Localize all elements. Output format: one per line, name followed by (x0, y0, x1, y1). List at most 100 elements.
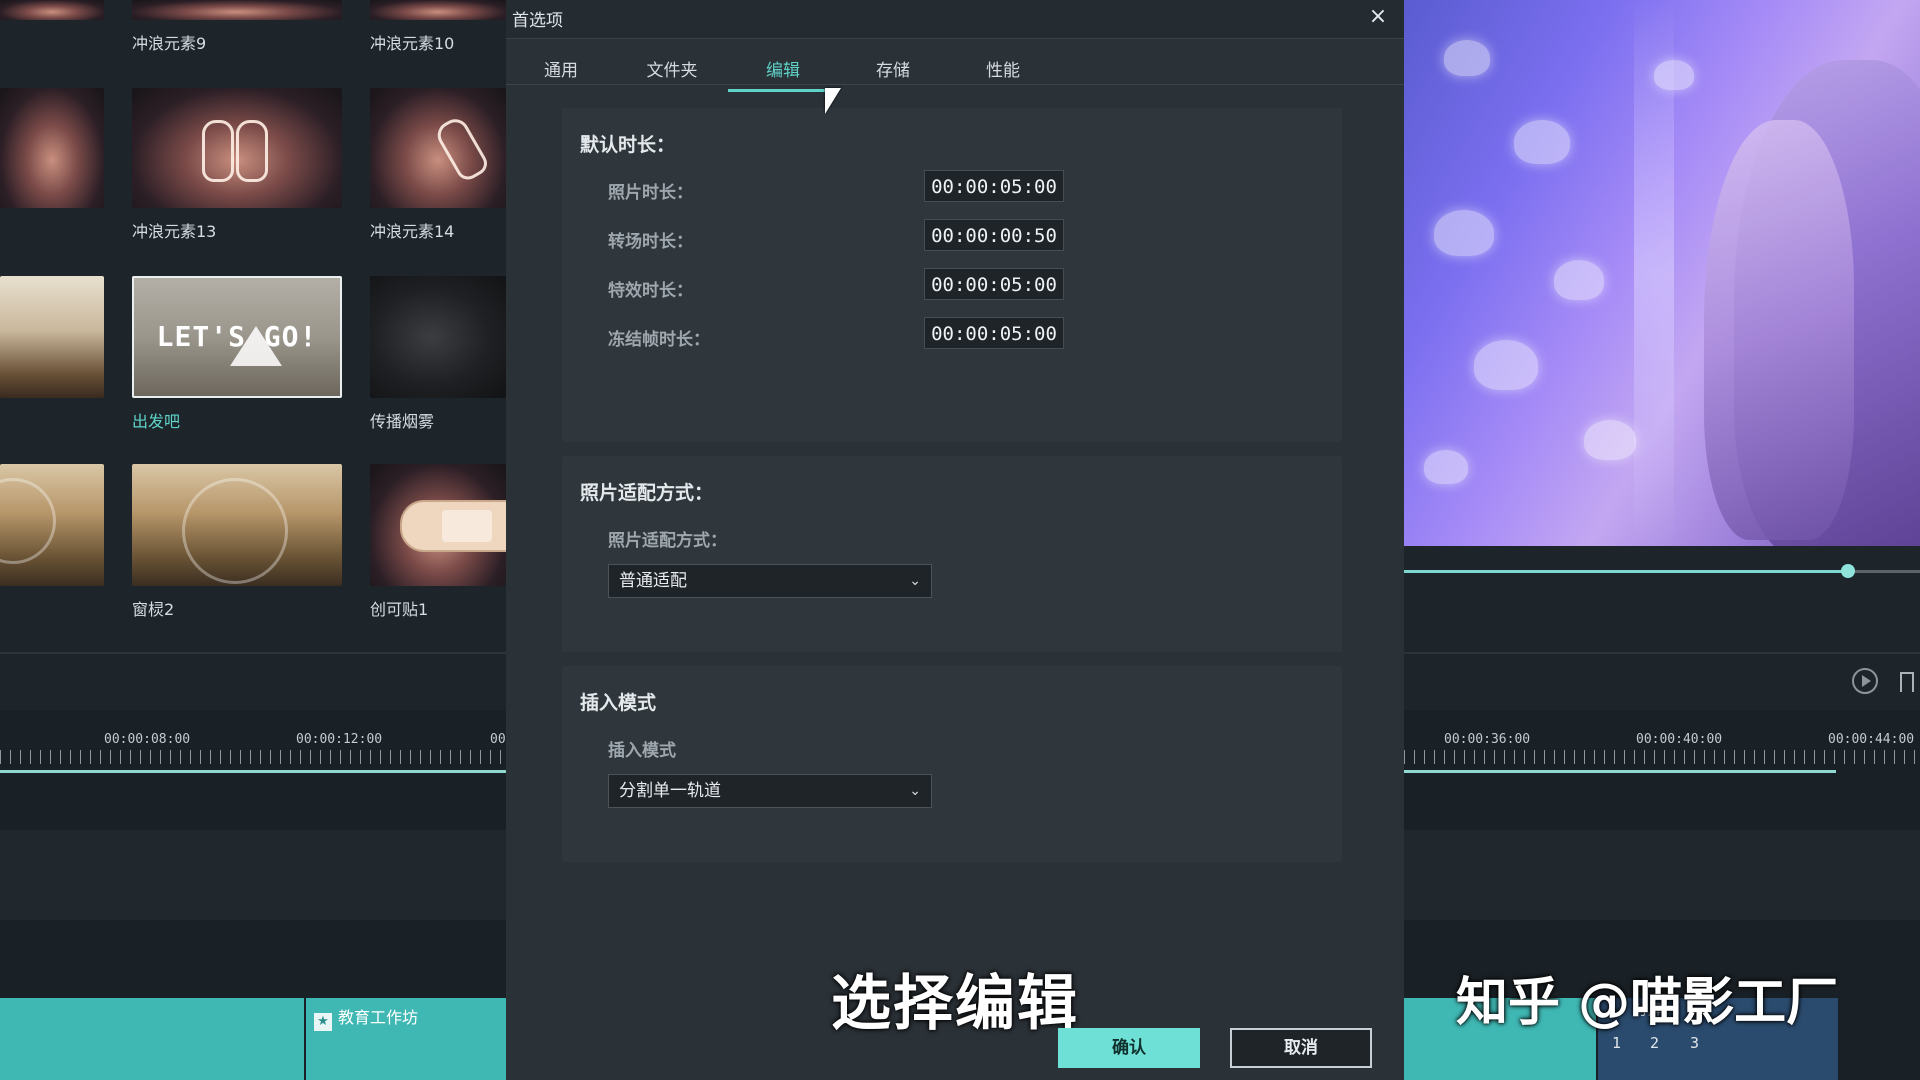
thumbnail-label: 窗棂2 (132, 600, 175, 619)
dialog-titlebar[interactable]: 首选项 × (506, 0, 1404, 39)
thumbnail-partial[interactable] (0, 276, 104, 398)
preview-controls (1404, 546, 1920, 652)
bandaid-icon (400, 500, 506, 552)
thumbnail-partial[interactable] (0, 464, 104, 586)
split-number: 2 (1650, 1034, 1660, 1052)
tab-folders[interactable]: 文件夹 (617, 56, 727, 89)
shaka-hand-icon (432, 114, 492, 184)
confirm-button[interactable]: 确认 (1058, 1028, 1200, 1068)
ruler-label: 00:00:08:00 (104, 732, 191, 747)
thumbnail-overlay-text: LET'S GO! (156, 320, 318, 353)
transition-duration-input[interactable]: 00:00:00:50 (924, 219, 1064, 251)
split-number: 1 (1612, 1034, 1622, 1052)
track-row[interactable] (1404, 830, 1920, 920)
close-icon[interactable]: × (1362, 2, 1394, 34)
ruler-label: 00:00:36:00 (1444, 732, 1531, 747)
cancel-button[interactable]: 取消 (1230, 1028, 1372, 1068)
jellyfish-shape (1434, 210, 1494, 256)
timeline-toolbar (1404, 652, 1920, 710)
jellyfish-shape (1424, 450, 1468, 484)
tab-storage[interactable]: 存储 (838, 56, 948, 89)
sandal-icon (202, 120, 234, 182)
clip-label-text: 教育工作坊 (338, 1008, 419, 1027)
thumbnail-surf-14[interactable] (370, 88, 506, 208)
thumbnail-label: 冲浪元素10 (370, 34, 455, 53)
timeline-progress-line (0, 770, 506, 773)
ruler-label: 00:00:12:00 (296, 732, 383, 747)
timeline-toolbar (0, 652, 506, 710)
bookmark-icon: ★ (314, 1013, 332, 1031)
timeline-ruler[interactable] (1404, 750, 1920, 764)
watermark-text: 知乎 @喵影工厂 (1456, 973, 1839, 1033)
thumbnail-partial[interactable] (0, 88, 104, 208)
freeze-frame-duration-label: 冻结帧时长： (608, 330, 710, 350)
transition-duration-label: 转场时长： (608, 232, 693, 252)
photo-duration-input[interactable]: 00:00:05:00 (924, 170, 1064, 202)
section-insert-mode: 插入模式 插入模式 分割单一轨道 ⌄ (562, 666, 1342, 862)
thumbnail-surf-10[interactable] (370, 0, 506, 20)
thumbnail-label: 冲浪元素14 (370, 222, 455, 241)
thumbnail-label-selected: 出发吧 (132, 412, 181, 431)
dialog-title: 首选项 (512, 11, 563, 31)
effect-duration-label: 特效时长： (608, 281, 693, 301)
mouse-cursor-icon (825, 88, 841, 114)
thumbnail-partial[interactable] (0, 0, 104, 20)
thumbnail-surf-13[interactable] (132, 88, 342, 208)
thumbnail-label: 创可贴1 (370, 600, 429, 619)
play-icon[interactable] (1852, 668, 1878, 694)
video-preview[interactable] (1404, 0, 1920, 546)
photo-fit-select[interactable]: 普通适配 ⌄ (608, 564, 932, 598)
ruler-label: 00:00:44:00 (1828, 732, 1915, 747)
section-title: 插入模式 (580, 692, 657, 714)
jellyfish-shape (1584, 420, 1636, 460)
ruler-label: 00 (490, 732, 506, 747)
thumbnail-bandaid-1[interactable] (370, 464, 506, 586)
playback-progress-fill (1404, 570, 1848, 573)
track-row[interactable] (0, 830, 506, 920)
chevron-down-icon: ⌄ (909, 573, 921, 589)
photo-duration-label: 照片时长： (608, 183, 693, 203)
jellyfish-shape (1554, 260, 1604, 300)
insert-mode-value: 分割单一轨道 (619, 781, 721, 801)
insert-mode-select[interactable]: 分割单一轨道 ⌄ (608, 774, 932, 808)
preferences-dialog: 首选项 × 通用 文件夹 编辑 存储 性能 默认时长： 照片时长： 00:00:… (506, 0, 1404, 1080)
section-photo-fit: 照片适配方式： 照片适配方式： 普通适配 ⌄ (562, 456, 1342, 652)
thumbnail-label: 冲浪元素9 (132, 34, 207, 53)
thumbnail-window-2[interactable] (132, 464, 342, 586)
jellyfish-shape (1444, 40, 1490, 76)
playback-progress-handle[interactable] (1840, 564, 1855, 578)
tab-general[interactable]: 通用 (506, 56, 616, 89)
timeline-clip[interactable] (0, 998, 304, 1080)
thumbnail-surf-9[interactable] (132, 0, 342, 20)
photo-fit-value: 普通适配 (619, 571, 687, 591)
thumbnail-label: 传播烟雾 (370, 412, 435, 431)
sandal-icon (236, 120, 268, 182)
child-silhouette (1704, 120, 1854, 540)
ring-shape (0, 478, 56, 564)
tab-edit[interactable]: 编辑 (728, 56, 838, 92)
section-title: 默认时长： (580, 134, 676, 156)
insert-mode-label: 插入模式 (608, 741, 676, 761)
timeline-left: 00:00:08:00 00:00:12:00 00 ★ 教育工作坊 (0, 652, 506, 1080)
marker-icon[interactable] (1900, 672, 1914, 692)
timeline-ruler[interactable] (0, 750, 506, 764)
thumbnail-label: 冲浪元素13 (132, 222, 217, 241)
effect-duration-input[interactable]: 00:00:05:00 (924, 268, 1064, 300)
freeze-frame-duration-input[interactable]: 00:00:05:00 (924, 317, 1064, 349)
jellyfish-shape (1474, 340, 1538, 390)
tab-performance[interactable]: 性能 (948, 56, 1058, 89)
photo-fit-label: 照片适配方式： (608, 531, 727, 551)
section-default-duration: 默认时长： 照片时长： 00:00:05:00 转场时长： 00:00:00:5… (562, 108, 1342, 442)
timeline-clip-education[interactable]: ★ 教育工作坊 (306, 998, 506, 1080)
ruler-label: 00:00:40:00 (1636, 732, 1723, 747)
section-title: 照片适配方式： (580, 482, 714, 504)
jellyfish-shape (1514, 120, 1570, 164)
thumbnail-lets-go[interactable]: LET'S GO! (132, 276, 342, 398)
split-number: 3 (1690, 1034, 1700, 1052)
thumbnail-smoke[interactable] (370, 276, 506, 398)
clip-label: ★ 教育工作坊 (314, 1004, 418, 1031)
jellyfish-shape (1654, 60, 1694, 90)
media-library: 冲浪元素9 冲浪元素10 冲浪元素13 冲浪元素14 LET'S GO! 出发吧… (0, 0, 506, 652)
chevron-down-icon: ⌄ (909, 783, 921, 799)
tab-bar: 通用 文件夹 编辑 存储 性能 (506, 44, 1404, 92)
